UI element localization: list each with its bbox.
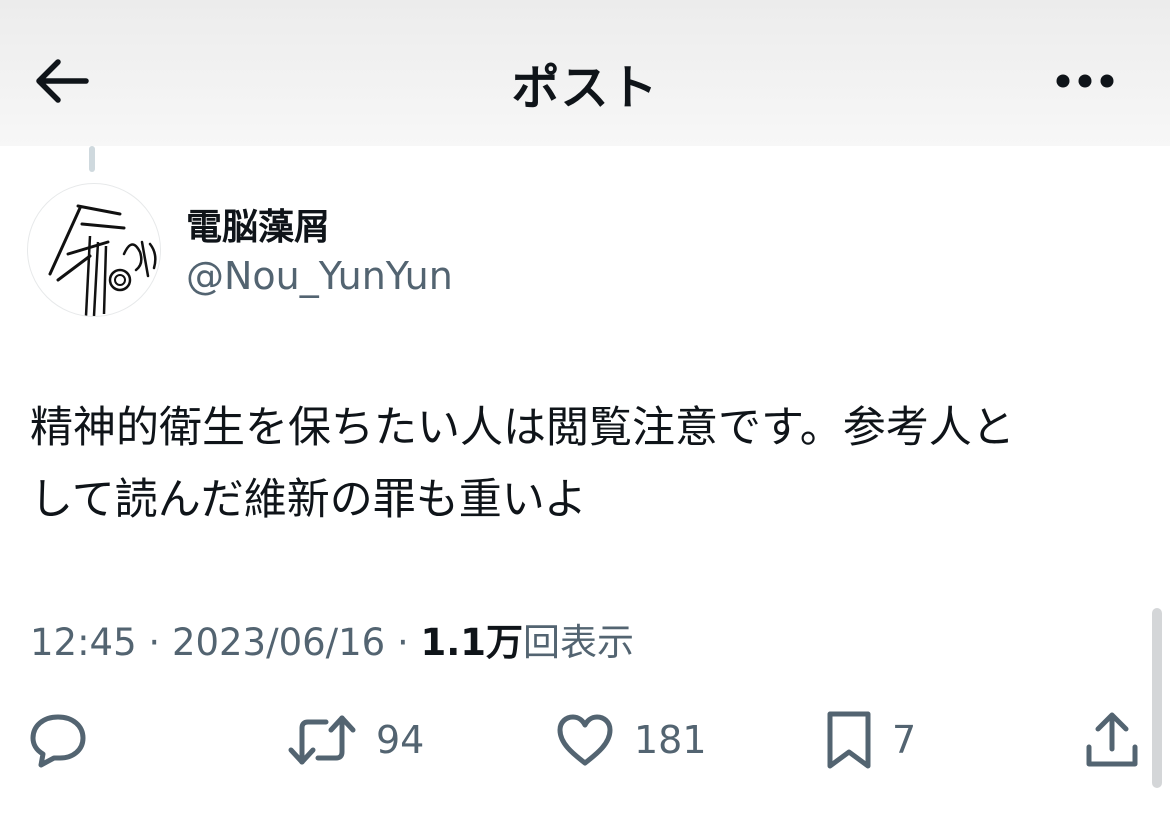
bookmark-icon	[827, 711, 871, 769]
like-count: 181	[634, 718, 707, 762]
more-horizontal-icon	[1056, 74, 1114, 88]
meta-separator: ·	[396, 621, 421, 664]
scrollbar[interactable]	[1152, 608, 1162, 788]
tweet-date[interactable]: 2023/06/16	[172, 621, 385, 664]
share-button[interactable]	[1085, 708, 1139, 772]
author-display-name[interactable]: 電脳藻屑	[186, 198, 330, 250]
tweet-time[interactable]: 12:45	[30, 621, 137, 664]
like-button[interactable]: 181	[556, 708, 707, 772]
retweet-button[interactable]: 94	[288, 708, 424, 772]
reply-button[interactable]	[28, 708, 88, 772]
bookmark-button[interactable]: 7	[826, 708, 916, 772]
retweet-icon	[288, 715, 356, 765]
views-label: 回表示	[523, 621, 635, 664]
page-title: ポスト	[511, 60, 659, 116]
author-handle[interactable]: @Nou_YunYun	[186, 254, 453, 298]
avatar-sketch-image	[48, 204, 157, 316]
retweet-count: 94	[376, 718, 425, 762]
thread-connector-line	[89, 146, 95, 172]
reply-icon	[30, 714, 86, 768]
tweet-text-line-2: して読んだ維新の罪も重いよ	[30, 475, 587, 525]
views-count: 1.1万	[420, 621, 524, 664]
tweet-text: 精神的衛生を保ちたい人は閲覧注意です。参考人と して読んだ維新の罪も重いよ	[30, 392, 1140, 536]
avatar[interactable]	[27, 183, 161, 317]
bookmark-count: 7	[892, 718, 917, 762]
meta-separator: ·	[148, 621, 172, 664]
more-options-button[interactable]	[1052, 48, 1118, 114]
heart-icon	[557, 714, 613, 766]
tweet-meta: 12:45 · 2023/06/16 · 1.1万回表示	[30, 612, 634, 666]
top-bar: ポスト	[0, 0, 1170, 146]
tweet-text-line-1: 精神的衛生を保ちたい人は閲覧注意です。参考人と	[30, 403, 1015, 453]
share-icon	[1086, 712, 1138, 767]
